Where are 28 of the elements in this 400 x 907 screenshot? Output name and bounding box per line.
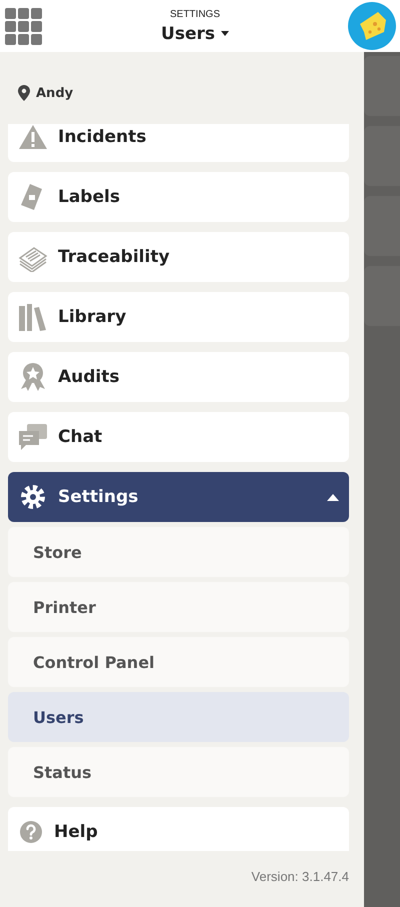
cheese-logo-icon[interactable] <box>348 2 396 50</box>
collapse-caret-icon <box>327 494 339 500</box>
help-icon <box>18 819 44 845</box>
award-icon <box>18 362 48 392</box>
menu-item[interactable]: Audits <box>8 352 349 402</box>
books-icon <box>18 303 48 331</box>
menu-item[interactable]: Help <box>8 807 349 851</box>
page-title-dropdown[interactable]: Users <box>161 24 229 44</box>
submenu-item[interactable]: Users <box>8 692 349 742</box>
menu-item[interactable]: Incidents <box>8 124 349 162</box>
menu-group[interactable]: Settings <box>8 472 349 522</box>
menu-item[interactable]: Chat <box>8 412 349 462</box>
location-pin-icon <box>18 85 30 101</box>
submenu-item[interactable]: Status <box>8 747 349 797</box>
menu-item[interactable]: Labels <box>8 172 349 222</box>
submenu-item[interactable]: Printer <box>8 582 349 632</box>
warning-icon <box>18 124 48 150</box>
submenu-item[interactable]: Control Panel <box>8 637 349 687</box>
apps-grid-icon[interactable] <box>4 7 42 45</box>
version-text: Version: 3.1.47.4 <box>251 869 349 884</box>
chat-icon <box>18 423 48 451</box>
menu-item[interactable]: Library <box>8 292 349 342</box>
submenu-item[interactable]: Store <box>8 527 349 577</box>
section-label: SETTINGS <box>170 8 220 20</box>
menu-item[interactable]: Traceability <box>8 232 349 282</box>
caret-icon <box>220 31 229 36</box>
settings-icon <box>18 482 48 512</box>
location-name: Andy <box>36 86 74 100</box>
